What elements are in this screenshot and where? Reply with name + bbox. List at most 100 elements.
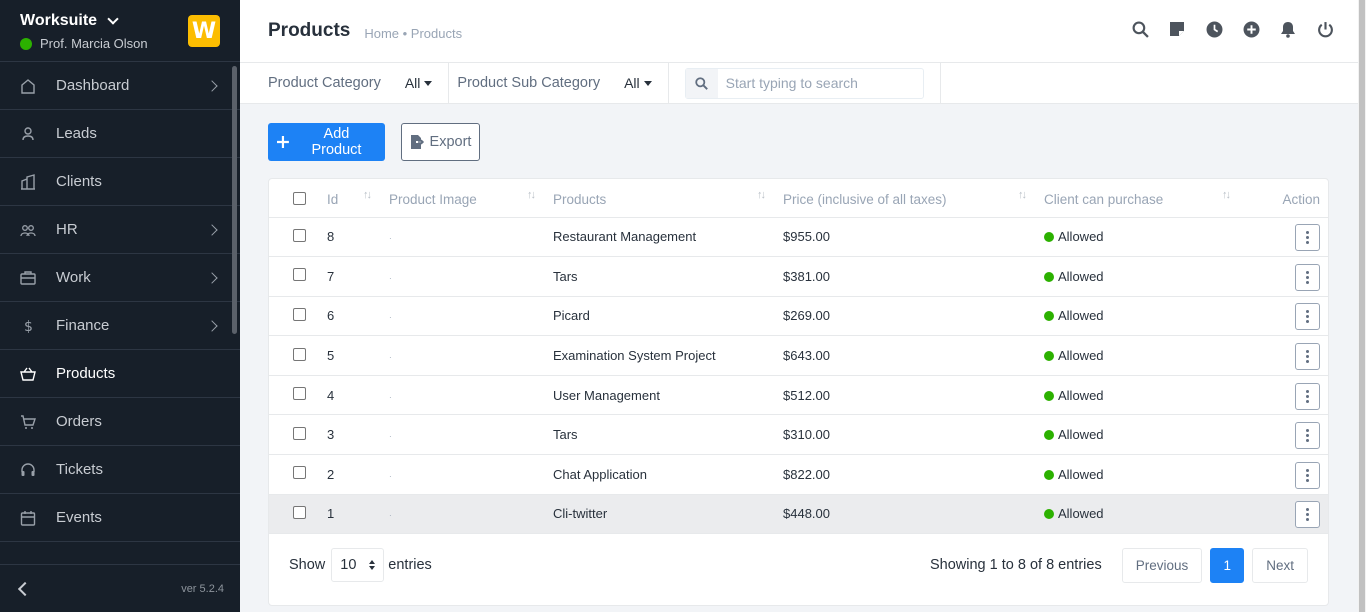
sidebar-item-dashboard[interactable]: Dashboard xyxy=(0,62,240,110)
dollar-icon: $ xyxy=(20,318,36,334)
row-checkbox[interactable] xyxy=(292,228,306,242)
row-actions-menu-button[interactable] xyxy=(1295,461,1320,489)
row-checkbox[interactable] xyxy=(292,387,306,401)
search-icon[interactable] xyxy=(685,68,718,98)
export-label: Export xyxy=(429,134,472,150)
price-cell: $448.00 xyxy=(783,494,1044,535)
column-header-image[interactable]: Product Image ↑↓ xyxy=(389,179,553,218)
export-button[interactable]: Export xyxy=(401,123,480,161)
product-name-cell: Cli-twitter xyxy=(553,494,783,535)
headset-icon xyxy=(20,462,36,478)
power-icon[interactable] xyxy=(1316,20,1334,38)
product-image-cell: · xyxy=(389,454,553,495)
sidebar-item-orders[interactable]: Orders xyxy=(0,398,240,446)
sidebar-item-products[interactable]: Products xyxy=(0,350,240,398)
next-page-button[interactable]: Next xyxy=(1252,547,1308,583)
row-actions-menu-button[interactable] xyxy=(1295,263,1320,291)
column-header-price[interactable]: Price (inclusive of all taxes) ↑↓ xyxy=(783,179,1044,218)
table-body: 8 · Restaurant Management $955.00 Allowed 7 · T… xyxy=(269,217,1328,535)
page-1-button[interactable]: 1 xyxy=(1210,547,1245,583)
id-cell: 5 xyxy=(327,335,389,376)
search-input[interactable] xyxy=(717,75,923,91)
client-purchase-cell: Allowed xyxy=(1044,256,1257,297)
action-cell xyxy=(1257,414,1328,456)
chevron-right-icon xyxy=(206,79,218,92)
id-cell: 8 xyxy=(327,217,389,258)
product-image-cell: · xyxy=(389,256,553,297)
product-subcategory-value: All xyxy=(624,75,640,91)
action-cell xyxy=(1257,296,1328,337)
price-cell: $643.00 xyxy=(783,335,1044,376)
previous-page-button[interactable]: Previous xyxy=(1121,547,1203,583)
plus-circle-icon[interactable] xyxy=(1242,20,1260,38)
column-header-client-purchase[interactable]: Client can purchase ↑↓ xyxy=(1044,179,1257,218)
bell-icon[interactable] xyxy=(1279,20,1297,38)
row-checkbox[interactable] xyxy=(292,347,306,361)
sort-icon: ↑↓ xyxy=(527,189,536,201)
add-product-button[interactable]: Add Product xyxy=(268,123,385,161)
product-image-cell: · xyxy=(389,375,553,416)
row-actions-menu-button[interactable] xyxy=(1295,382,1320,410)
sidebar-item-leads[interactable]: Leads xyxy=(0,110,240,158)
row-actions-menu-button[interactable] xyxy=(1295,343,1320,371)
sidebar-scrollbar[interactable] xyxy=(232,66,237,334)
product-category-label: Product Category xyxy=(268,75,381,91)
product-image: · xyxy=(389,432,392,442)
product-name-cell: Examination System Project xyxy=(553,335,783,376)
client-purchase-cell: Allowed xyxy=(1044,454,1257,495)
page-length-select[interactable]: 10 xyxy=(331,548,385,582)
page-scrollbar-thumb[interactable] xyxy=(1359,0,1365,612)
sidebar-item-work[interactable]: Work xyxy=(0,254,240,302)
client-purchase-cell: Allowed xyxy=(1044,494,1257,535)
action-cell xyxy=(1257,375,1328,416)
select-all-cell xyxy=(269,179,327,218)
id-cell: 4 xyxy=(327,375,389,416)
action-cell xyxy=(1257,335,1328,376)
client-purchase-cell: Allowed xyxy=(1044,414,1257,456)
row-checkbox[interactable] xyxy=(292,505,306,519)
table-footer: Show 10 entries Showing 1 to 8 of 8 entr… xyxy=(269,535,1328,595)
collapse-sidebar-icon[interactable] xyxy=(17,581,33,596)
row-actions-menu-button[interactable] xyxy=(1295,224,1320,252)
table-row: 1 · Cli-twitter $448.00 Allowed xyxy=(269,494,1328,535)
column-header-products[interactable]: Products ↑↓ xyxy=(553,179,783,218)
status-label: Allowed xyxy=(1058,348,1104,364)
row-checkbox[interactable] xyxy=(292,307,306,321)
page-length-value: 10 xyxy=(340,557,357,573)
row-checkbox[interactable] xyxy=(292,426,306,440)
clock-icon[interactable] xyxy=(1205,20,1223,38)
row-actions-menu-button[interactable] xyxy=(1295,422,1320,450)
user-name: Prof. Marcia Olson xyxy=(40,36,148,51)
entries-label: entries xyxy=(388,557,432,573)
search-icon[interactable] xyxy=(1131,20,1149,38)
row-checkbox[interactable] xyxy=(292,268,306,282)
sidebar-item-finance[interactable]: $ Finance xyxy=(0,302,240,350)
select-all-checkbox[interactable] xyxy=(292,191,306,205)
sidebar-item-label: Events xyxy=(56,509,102,526)
sidebar-item-events[interactable]: Events xyxy=(0,494,240,542)
sticky-note-icon[interactable] xyxy=(1168,20,1186,38)
search-box xyxy=(684,67,924,99)
sidebar-item-clients[interactable]: Clients xyxy=(0,158,240,206)
column-label: Id xyxy=(327,192,339,208)
product-subcategory-select[interactable]: All xyxy=(624,75,652,91)
logo-letter: W xyxy=(191,18,217,44)
column-header-action: Action xyxy=(1257,179,1328,218)
column-header-id[interactable]: Id ↑↓ xyxy=(327,179,389,218)
product-name-cell: Tars xyxy=(553,414,783,456)
product-category-select[interactable]: All xyxy=(405,75,433,91)
row-actions-menu-button[interactable] xyxy=(1295,303,1320,331)
filter-bar: Product Category All Product Sub Categor… xyxy=(240,62,1358,104)
status-dot-icon xyxy=(1044,430,1054,441)
chevron-right-icon xyxy=(206,223,218,236)
row-actions-menu-button[interactable] xyxy=(1295,501,1320,529)
row-checkbox[interactable] xyxy=(292,466,306,480)
product-name-cell: Chat Application xyxy=(553,454,783,495)
sidebar-item-hr[interactable]: HR xyxy=(0,206,240,254)
sidebar-item-label: Tickets xyxy=(56,461,103,478)
product-image-cell: · xyxy=(389,217,553,258)
row-select-cell xyxy=(269,375,327,416)
sidebar-item-tickets[interactable]: Tickets xyxy=(0,446,240,494)
page-scrollbar[interactable] xyxy=(1358,0,1366,612)
price-cell: $310.00 xyxy=(783,414,1044,456)
